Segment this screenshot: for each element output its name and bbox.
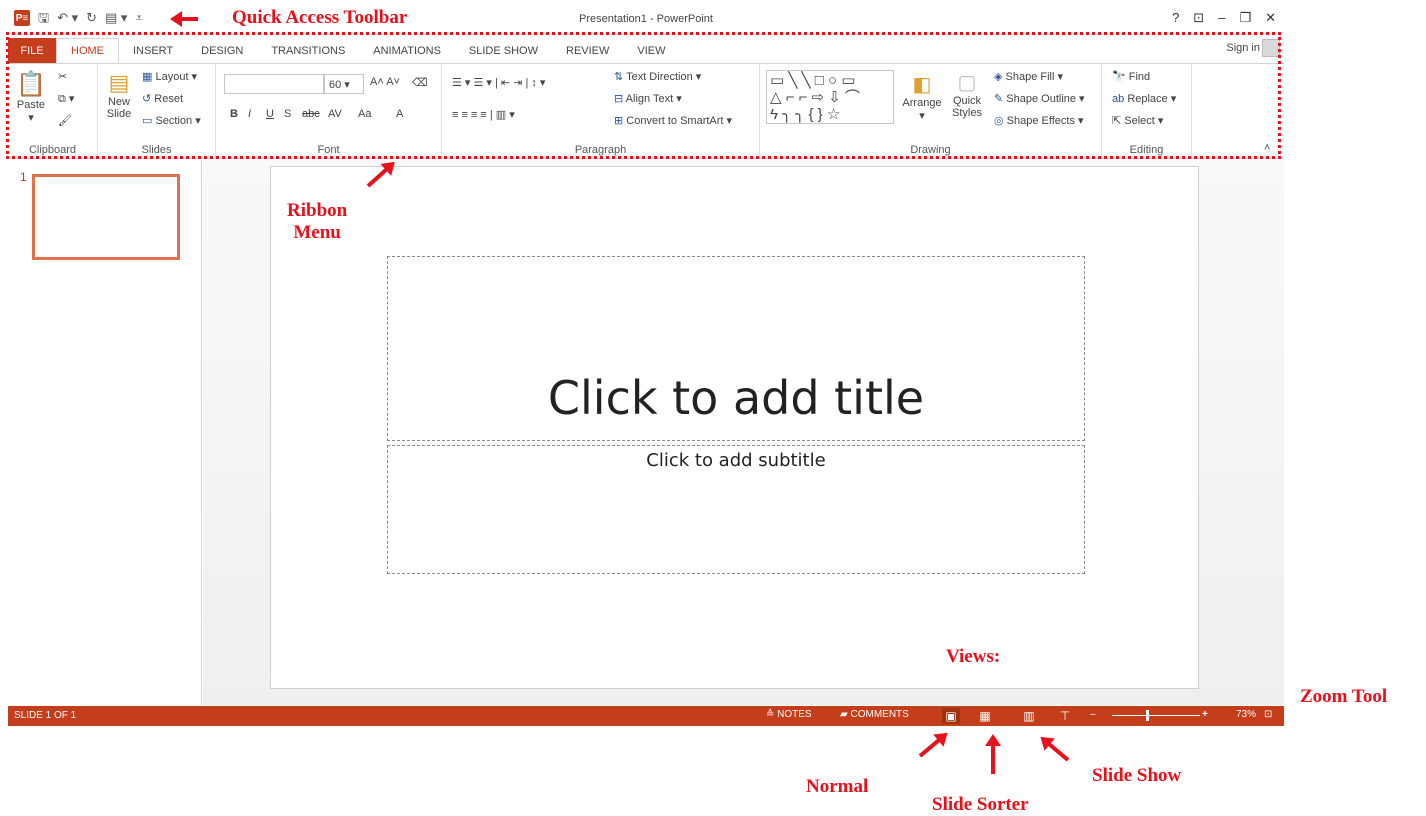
slide-show-icon[interactable]: ⊤ — [1056, 708, 1074, 724]
app-title: Presentation1 - PowerPoint — [579, 13, 713, 25]
zoom-out-icon[interactable]: – — [1090, 709, 1096, 720]
window-controls: ? ⊡ – ❐ ✕ — [1172, 10, 1276, 26]
zoom-slider-thumb[interactable] — [1146, 710, 1149, 721]
normal-view-icon[interactable]: ▣ — [942, 708, 960, 724]
zoom-annotation: Zoom Tool — [1300, 686, 1388, 707]
slide-show-annotation: Slide Show — [1092, 765, 1182, 786]
zoom-percent[interactable]: 73% — [1236, 709, 1256, 720]
slide-canvas[interactable]: Click to add title Click to add subtitle — [270, 166, 1199, 689]
slide-sorter-annotation: Slide Sorter — [932, 794, 1029, 815]
qat-arrow — [176, 17, 198, 21]
ribbon-annotation: Ribbon Menu — [287, 200, 348, 243]
slideshow-arrow — [1043, 739, 1070, 762]
restore-icon[interactable]: ❐ — [1239, 10, 1251, 26]
slide-thumbnail[interactable] — [32, 174, 180, 260]
slide-sorter-icon[interactable]: ▦ — [976, 708, 994, 724]
comments-button[interactable]: ▰ COMMENTS — [840, 709, 909, 720]
help-icon[interactable]: ? — [1172, 10, 1179, 26]
views-annotation: Views: — [946, 646, 1001, 667]
title-bar: P≡ 🖫 ↶ ▾ ↻ ▤ ▾ ⩡ Presentation1 - PowerPo… — [8, 6, 1284, 32]
subtitle-placeholder-text: Click to add subtitle — [646, 450, 826, 471]
status-bar: SLIDE 1 OF 1 ≙ NOTES ▰ COMMENTS ▣ ▦ ▥ ⊤ … — [8, 706, 1284, 726]
notes-button[interactable]: ≙ NOTES — [766, 709, 812, 720]
slide-count: SLIDE 1 OF 1 — [14, 710, 77, 721]
slide-thumbnail-pane: 1 — [8, 160, 202, 705]
normal-annotation: Normal — [806, 776, 869, 797]
comments-icon: ▰ — [840, 709, 848, 720]
minimize-icon[interactable]: – — [1218, 10, 1225, 26]
zoom-slider[interactable] — [1112, 715, 1200, 716]
ribbon-menu-outline — [6, 32, 1281, 159]
close-icon[interactable]: ✕ — [1265, 10, 1276, 26]
sorter-arrow — [991, 740, 995, 774]
reading-view-icon[interactable]: ▥ — [1020, 708, 1038, 724]
zoom-in-icon[interactable]: + — [1202, 709, 1208, 720]
normal-arrow — [918, 735, 945, 758]
ribbon-display-options-icon[interactable]: ⊡ — [1193, 10, 1204, 26]
title-placeholder[interactable]: Click to add title — [387, 256, 1085, 441]
slide-editing-area: Click to add title Click to add subtitle — [203, 160, 1284, 705]
subtitle-placeholder[interactable]: Click to add subtitle — [387, 445, 1085, 574]
thumbnail-number: 1 — [20, 170, 27, 184]
fit-to-window-icon[interactable]: ⊡ — [1264, 709, 1272, 720]
title-placeholder-text: Click to add title — [547, 371, 925, 425]
qat-annotation: Quick Access Toolbar — [232, 7, 408, 28]
